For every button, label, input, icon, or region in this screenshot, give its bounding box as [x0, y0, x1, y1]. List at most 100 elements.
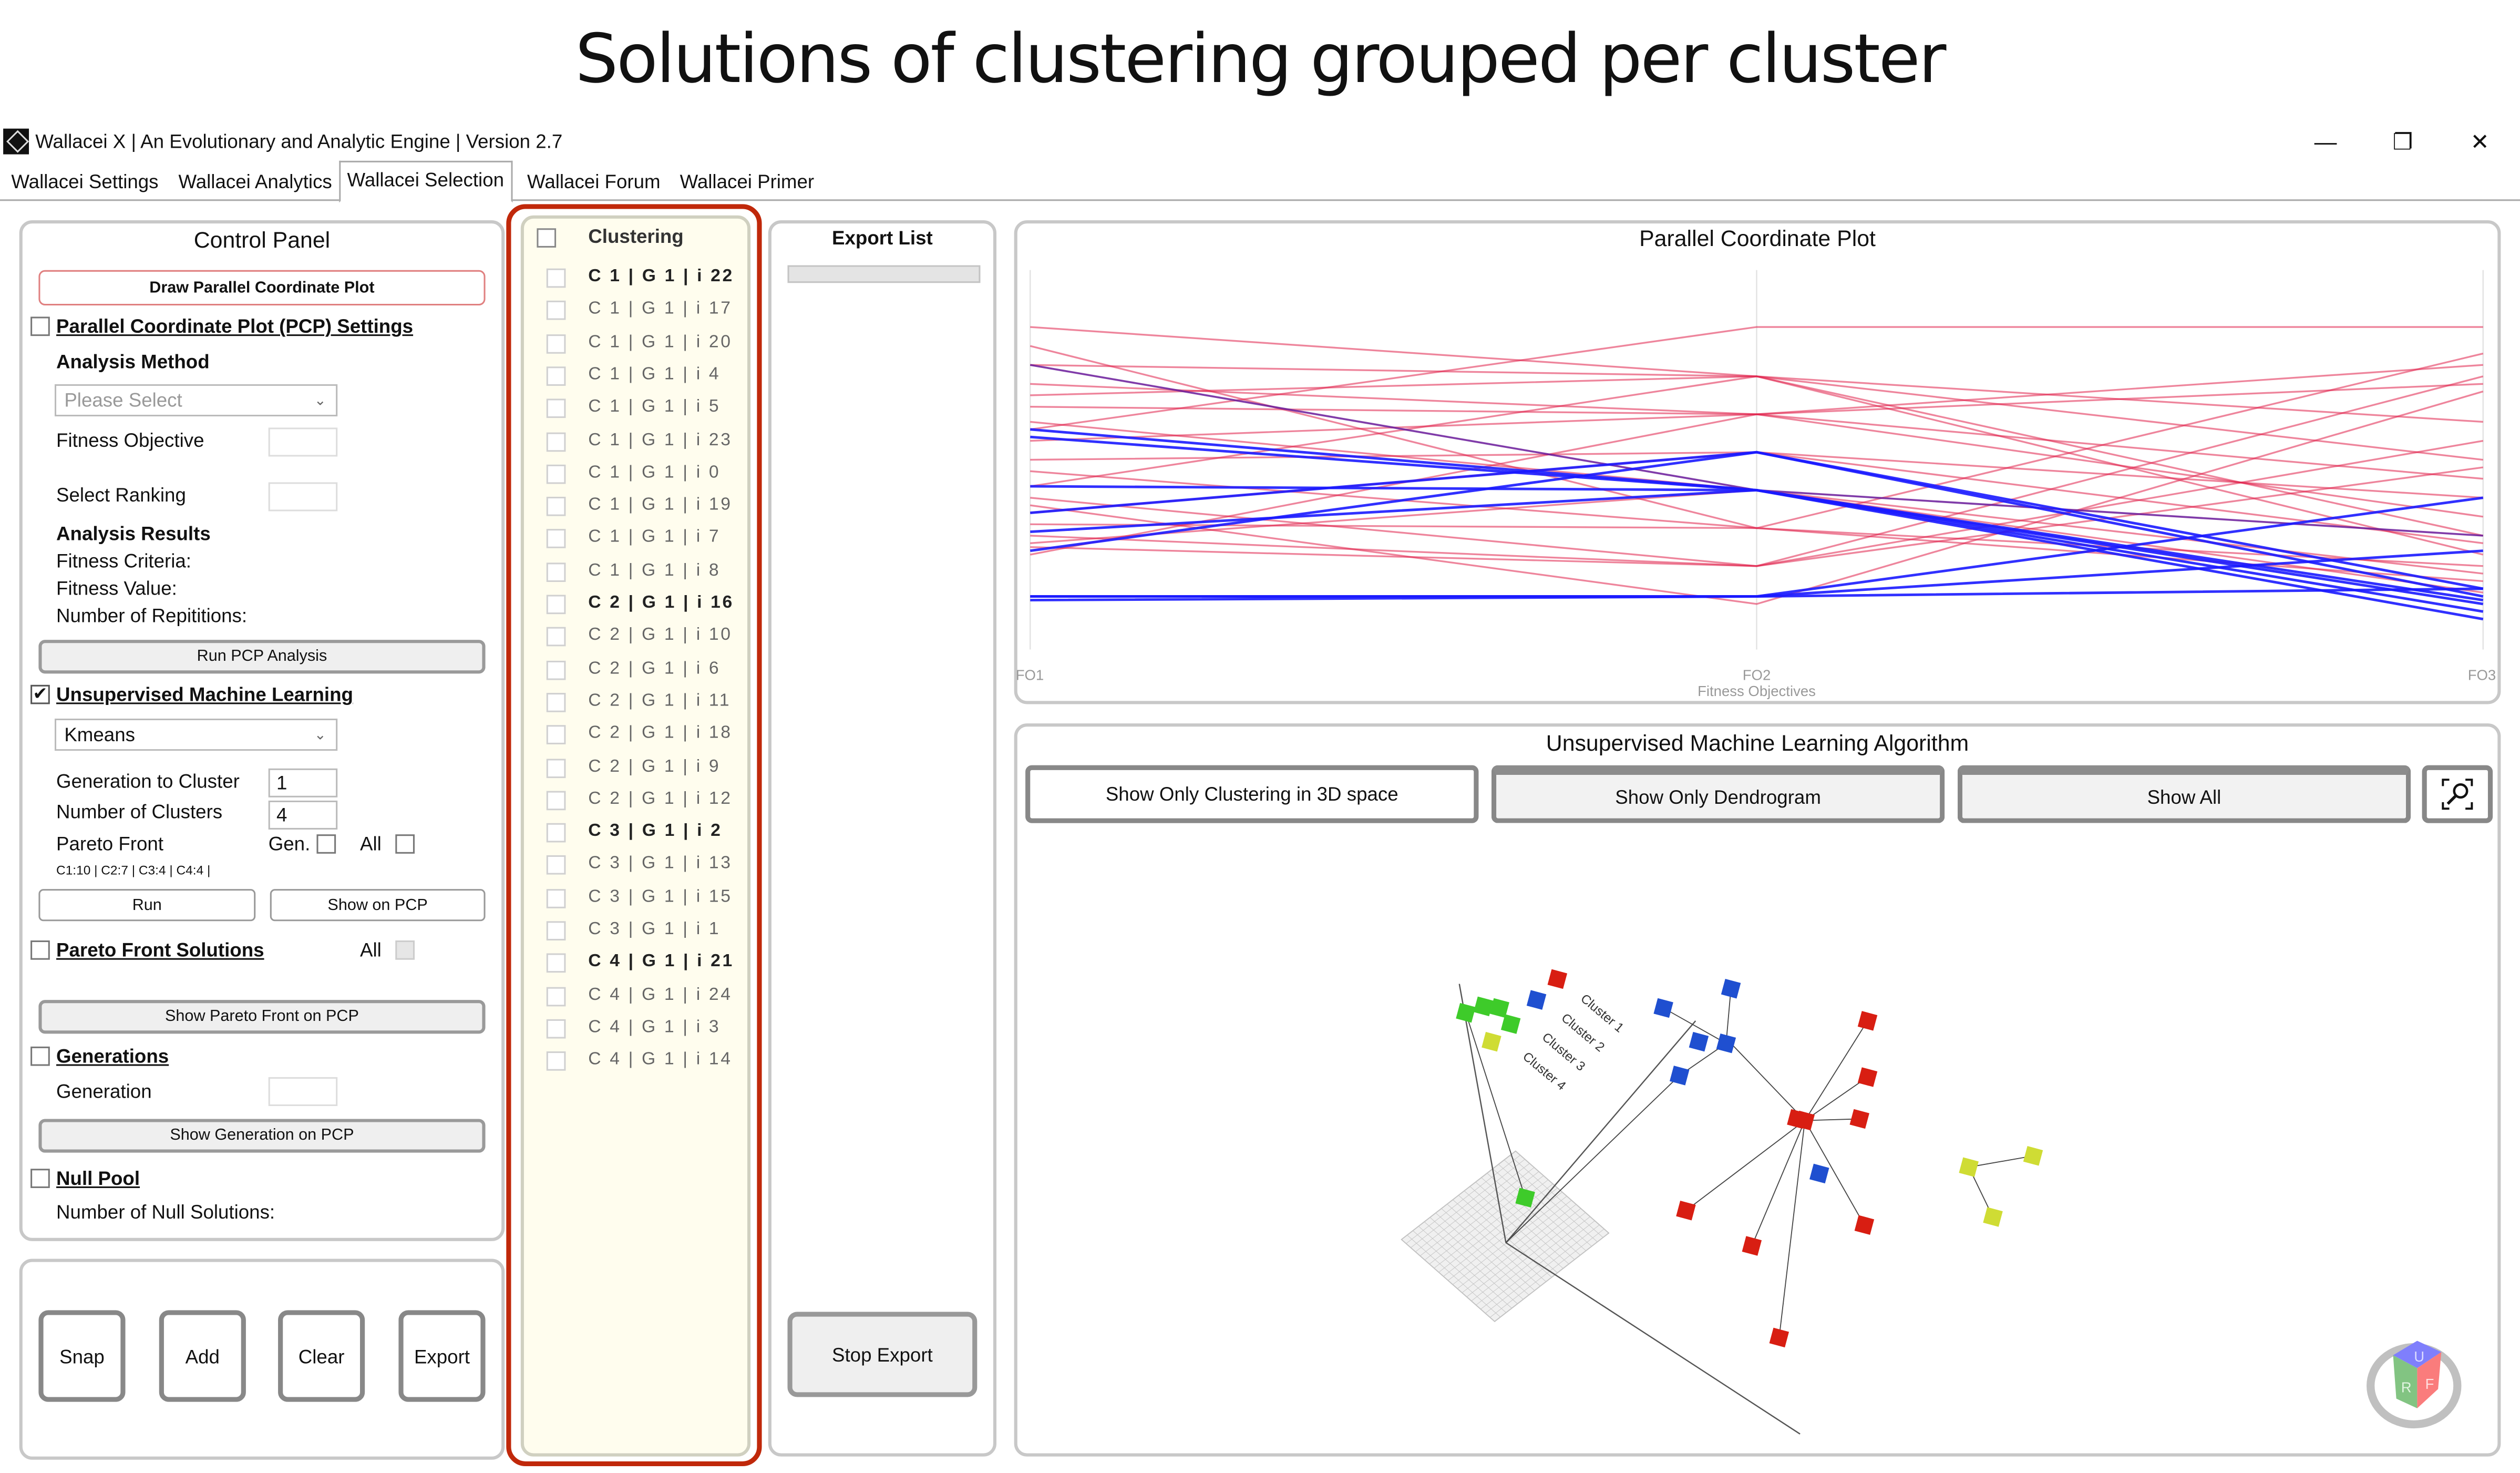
cluster-4-node[interactable]: [2023, 1146, 2043, 1166]
pcp-x-axis-title: Fitness Objectives: [1698, 683, 1816, 699]
cluster-2-node[interactable]: [1689, 1031, 1709, 1052]
cluster-2-node[interactable]: [1653, 998, 1673, 1018]
pareto-solutions-all-checkbox[interactable]: [395, 940, 415, 960]
draw-pcp-button[interactable]: Draw Parallel Coordinate Plot: [38, 270, 486, 306]
clustering-item-checkbox[interactable]: [546, 986, 566, 1006]
cube-face-u[interactable]: U: [2414, 1348, 2424, 1365]
null-pool-checkbox[interactable]: [30, 1169, 50, 1188]
navigation-cube[interactable]: U R F: [2366, 1334, 2462, 1430]
uml-label[interactable]: Unsupervised Machine Learning: [56, 683, 353, 706]
cluster-2-node[interactable]: [1526, 990, 1547, 1010]
generation-input[interactable]: [268, 1077, 338, 1106]
close-button[interactable]: ✕: [2456, 126, 2504, 158]
clustering-item-checkbox[interactable]: [546, 268, 566, 288]
dendrogram-edge: [1685, 1120, 1805, 1211]
cube-face-r[interactable]: R: [2401, 1379, 2412, 1395]
add-button[interactable]: Add: [159, 1310, 246, 1402]
generations-checkbox[interactable]: [30, 1046, 50, 1066]
clustering-item-checkbox[interactable]: [546, 888, 566, 908]
cluster-4-node[interactable]: [1959, 1157, 1979, 1177]
clustering-item-checkbox[interactable]: [546, 464, 566, 484]
clustering-item-checkbox[interactable]: [546, 692, 566, 712]
tab-wallacei-forum[interactable]: Wallacei Forum: [521, 164, 667, 199]
pareto-all-checkbox[interactable]: [395, 834, 415, 854]
tab-wallacei-selection[interactable]: Wallacei Selection: [339, 160, 512, 203]
clear-button[interactable]: Clear: [278, 1310, 365, 1402]
pareto-solutions-checkbox[interactable]: [30, 940, 50, 960]
show-clustering-3d-button[interactable]: Show Only Clustering in 3D space: [1025, 765, 1479, 823]
snap-button[interactable]: Snap: [38, 1310, 126, 1402]
clustering-item-checkbox[interactable]: [546, 790, 566, 810]
clustering-item-label: C 1 | G 1 | i 5: [588, 397, 721, 417]
show-pareto-front-button[interactable]: Show Pareto Front on PCP: [38, 1000, 486, 1034]
minimize-button[interactable]: —: [2301, 126, 2350, 158]
cluster-4-node[interactable]: [1482, 1031, 1501, 1052]
cluster-1-node[interactable]: [1857, 1067, 1878, 1087]
clustering-item-checkbox[interactable]: [546, 595, 566, 615]
clustering-item-checkbox[interactable]: [546, 758, 566, 778]
cluster-1-node[interactable]: [1854, 1215, 1875, 1235]
clustering-item-checkbox[interactable]: [546, 823, 566, 843]
pareto-gen-checkbox[interactable]: [316, 834, 336, 854]
number-of-clusters-label: Number of Clusters: [56, 800, 223, 823]
uml-checkbox[interactable]: ✔: [30, 684, 50, 704]
cluster-1-node[interactable]: [1849, 1109, 1869, 1129]
clustering-select-all-checkbox[interactable]: [537, 228, 557, 248]
clustering-item-checkbox[interactable]: [546, 432, 566, 451]
cluster-2-node[interactable]: [1716, 1033, 1736, 1053]
cluster-3-node[interactable]: [1456, 1003, 1476, 1023]
run-clustering-button[interactable]: Run: [38, 889, 256, 922]
clustering-item-checkbox[interactable]: [546, 660, 566, 680]
clustering-item-checkbox[interactable]: [546, 497, 566, 516]
cluster-4-node[interactable]: [1983, 1207, 2003, 1227]
clustering-item-checkbox[interactable]: [546, 529, 566, 549]
cluster-3d-view[interactable]: Cluster 1Cluster 2Cluster 3Cluster 4: [1028, 836, 2491, 1447]
show-on-pcp-button[interactable]: Show on PCP: [270, 889, 486, 922]
clustering-item-checkbox[interactable]: [546, 398, 566, 418]
dendrogram-edge: [1505, 1075, 1680, 1243]
clustering-item-checkbox[interactable]: [546, 921, 566, 940]
clustering-item-checkbox[interactable]: [546, 301, 566, 321]
clustering-item-label: C 2 | G 1 | i 12: [588, 789, 733, 809]
show-generation-button[interactable]: Show Generation on PCP: [38, 1119, 486, 1153]
null-pool-label[interactable]: Null Pool: [56, 1167, 140, 1190]
pcp-chart[interactable]: FO1 FO2 FO3 Fitness Objectives: [1014, 257, 2501, 704]
cluster-1-node[interactable]: [1742, 1236, 1762, 1256]
generation-to-cluster-input[interactable]: 1: [268, 768, 338, 797]
show-all-button[interactable]: Show All: [1957, 765, 2411, 823]
algorithm-select[interactable]: Kmeans ⌄: [54, 718, 338, 751]
clustering-item-checkbox[interactable]: [546, 856, 566, 875]
tab-wallacei-settings[interactable]: Wallacei Settings: [5, 164, 165, 199]
show-dendrogram-button[interactable]: Show Only Dendrogram: [1491, 765, 1945, 823]
clustering-item-checkbox[interactable]: [546, 725, 566, 745]
number-of-clusters-input[interactable]: 4: [268, 800, 338, 830]
clustering-item-checkbox[interactable]: [546, 333, 566, 353]
cluster-2-node[interactable]: [1721, 979, 1741, 999]
clustering-item-checkbox[interactable]: [546, 366, 566, 386]
cube-face-f[interactable]: F: [2425, 1376, 2434, 1392]
restore-button[interactable]: ❐: [2379, 126, 2427, 158]
select-ranking-input[interactable]: [268, 482, 338, 512]
export-button[interactable]: Export: [398, 1310, 486, 1402]
clustering-item-checkbox[interactable]: [546, 627, 566, 647]
analysis-method-select[interactable]: Please Select ⌄: [54, 384, 338, 417]
cluster-1-node[interactable]: [1857, 1011, 1878, 1031]
clustering-item-checkbox[interactable]: [546, 562, 566, 582]
cluster-1-node[interactable]: [1676, 1201, 1696, 1221]
zoom-extents-button[interactable]: [2422, 765, 2493, 823]
pcp-settings-checkbox[interactable]: [30, 316, 50, 336]
clustering-item-checkbox[interactable]: [546, 1019, 566, 1039]
run-pcp-analysis-button[interactable]: Run PCP Analysis: [38, 640, 486, 674]
generations-label[interactable]: Generations: [56, 1045, 169, 1068]
clustering-item-checkbox[interactable]: [546, 954, 566, 974]
stop-export-button[interactable]: Stop Export: [787, 1312, 978, 1397]
tab-wallacei-analytics[interactable]: Wallacei Analytics: [172, 164, 338, 199]
cluster-1-node[interactable]: [1769, 1327, 1789, 1348]
cluster-2-node[interactable]: [1809, 1163, 1829, 1184]
fitness-objective-input[interactable]: [268, 427, 338, 457]
clustering-item-checkbox[interactable]: [546, 1051, 566, 1071]
pcp-settings-label[interactable]: Parallel Coordinate Plot (PCP) Settings: [56, 315, 413, 337]
tab-wallacei-primer[interactable]: Wallacei Primer: [673, 164, 820, 199]
pareto-solutions-label[interactable]: Pareto Front Solutions: [56, 939, 264, 961]
cluster-1-node[interactable]: [1547, 969, 1568, 989]
